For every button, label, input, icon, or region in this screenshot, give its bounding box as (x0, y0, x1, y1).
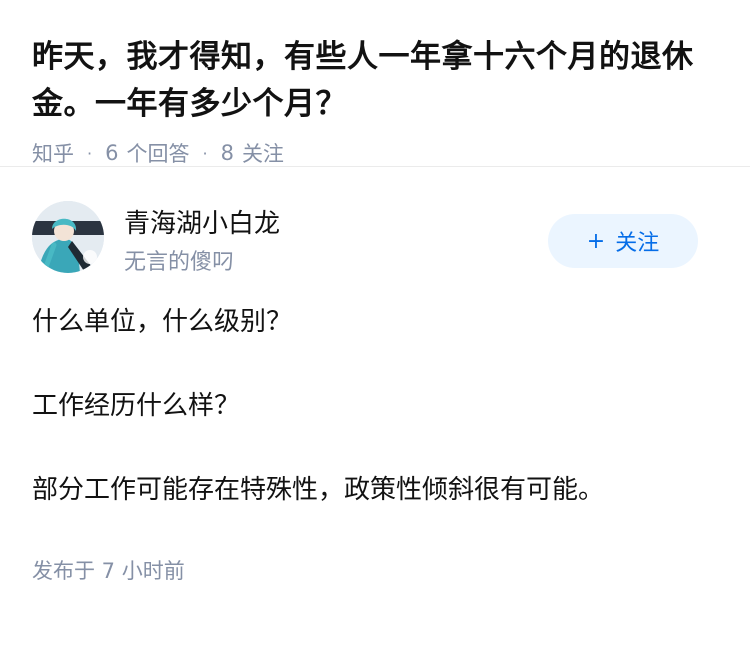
plus-icon: + (586, 228, 606, 254)
avatar[interactable] (32, 201, 104, 273)
answers-count: 6 (105, 141, 119, 165)
author-name[interactable]: 青海湖小白龙 (124, 203, 280, 240)
followers-label[interactable]: 关注 (242, 138, 284, 168)
follow-button[interactable]: + 关注 (548, 214, 698, 268)
question-header: 昨天，我才得知，有些人一年拿十六个月的退休金。一年有多少个月？ 知乎 · 6 个… (0, 0, 750, 166)
follow-button-label: 关注 (615, 231, 660, 256)
answer-paragraph: 部分工作可能存在特殊性，政策性倾斜很有可能。 (32, 475, 605, 505)
meta-separator: · (202, 143, 208, 163)
followers-count: 8 (220, 141, 234, 165)
question-title[interactable]: 昨天，我才得知，有些人一年拿十六个月的退休金。一年有多少个月？ (32, 34, 718, 128)
answer-card: 青海湖小白龙 无言的傻叼 + 关注 什么单位，什么级别？ 工作经历什么样？ 部分… (0, 167, 750, 585)
answers-label[interactable]: 个回答 (126, 138, 189, 168)
publish-time: 发布于 7 小时前 (32, 559, 185, 583)
meta-separator: · (87, 143, 93, 163)
source-label[interactable]: 知乎 (32, 138, 74, 168)
avatar-image-icon (32, 201, 104, 273)
author-row: 青海湖小白龙 无言的傻叼 + 关注 (32, 167, 718, 277)
author-bio: 无言的傻叼 (124, 250, 235, 275)
answer-paragraph: 什么单位，什么级别？ (32, 307, 293, 337)
question-meta: 知乎 · 6 个回答 · 8 关注 (32, 138, 718, 168)
answer-content: 什么单位，什么级别？ 工作经历什么样？ 部分工作可能存在特殊性，政策性倾斜很有可… (32, 299, 718, 513)
answer-paragraph: 工作经历什么样？ (32, 391, 241, 421)
